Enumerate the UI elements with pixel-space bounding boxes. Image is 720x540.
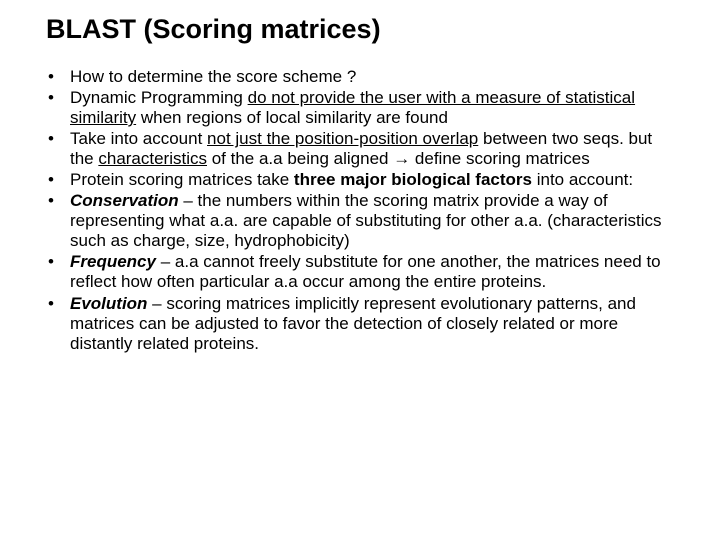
bullet-text: How to determine the score scheme ? <box>70 67 356 86</box>
bullet-item: How to determine the score scheme ? <box>40 67 672 87</box>
bullet-text: – scoring matrices implicitly represent … <box>70 294 636 353</box>
bullet-item: Take into account not just the position-… <box>40 129 672 169</box>
bullet-text: when regions of local similarity are fou… <box>136 108 448 127</box>
bullet-text: define scoring matrices <box>410 149 590 168</box>
bullet-item: Frequency – a.a cannot freely substitute… <box>40 252 672 292</box>
bullet-item: Protein scoring matrices take three majo… <box>40 170 672 190</box>
bullet-term: Evolution <box>70 294 147 313</box>
bullet-item: Dynamic Programming do not provide the u… <box>40 88 672 128</box>
bullet-text: into account: <box>532 170 633 189</box>
bullet-term: Conservation <box>70 191 179 210</box>
slide-title: BLAST (Scoring matrices) <box>46 14 680 45</box>
bullet-text: – a.a cannot freely substitute for one a… <box>70 252 661 291</box>
slide: BLAST (Scoring matrices) How to determin… <box>0 0 720 354</box>
bullet-term: Frequency <box>70 252 156 271</box>
bullet-text: Take into account <box>70 129 207 148</box>
bullet-text: of the a.a being aligned <box>207 149 393 168</box>
bullet-text: Protein scoring matrices take <box>70 170 294 189</box>
bullet-text-underline: characteristics <box>98 149 207 168</box>
bullet-text: Dynamic Programming <box>70 88 248 107</box>
bullet-item: Conservation – the numbers within the sc… <box>40 191 672 251</box>
arrow-icon: → <box>393 149 410 168</box>
bullet-item: Evolution – scoring matrices implicitly … <box>40 294 672 354</box>
bullet-text-bold: three major biological factors <box>294 170 532 189</box>
bullet-text-underline: not just the position-position overlap <box>207 129 478 148</box>
bullet-list: How to determine the score scheme ? Dyna… <box>40 67 680 354</box>
